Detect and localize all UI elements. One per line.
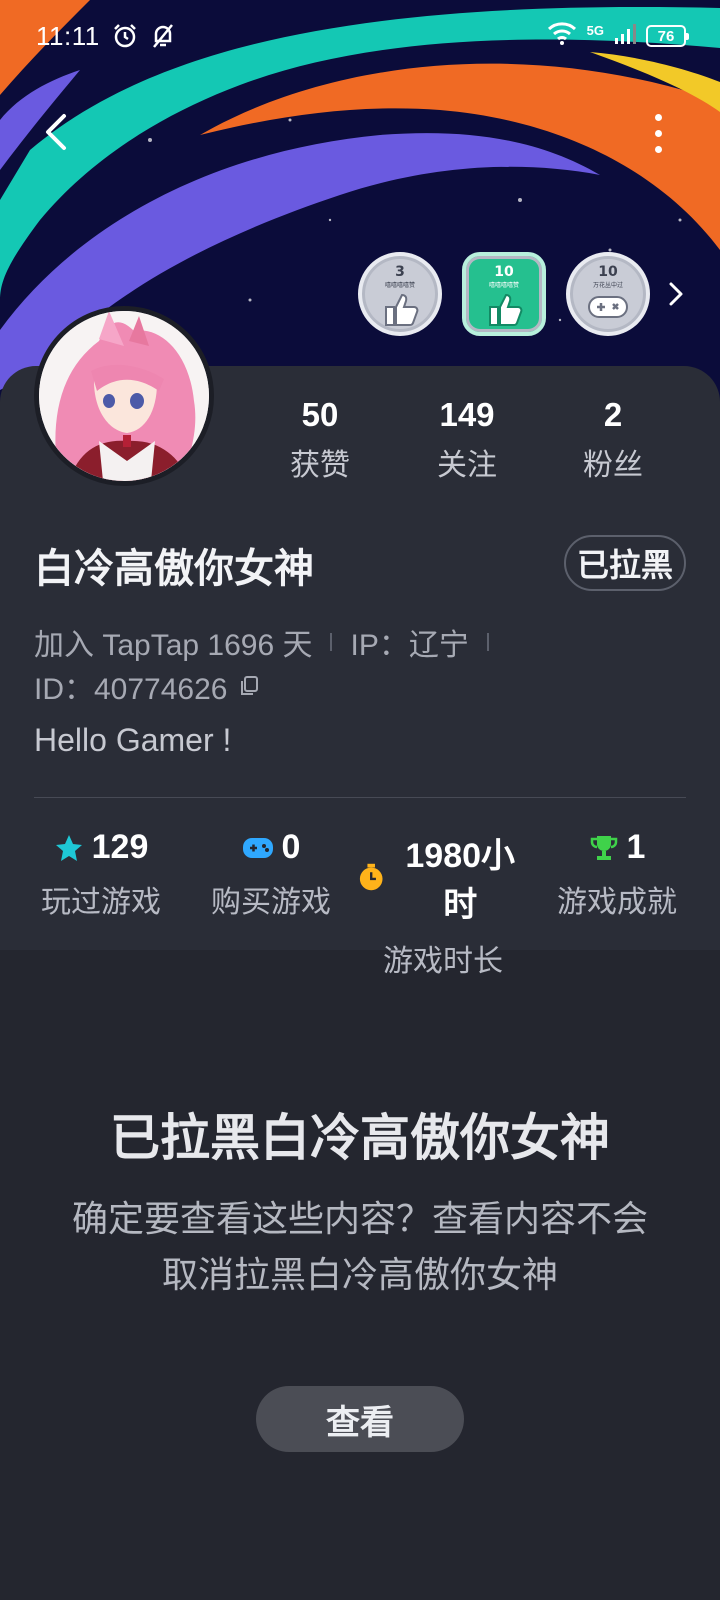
network-type: 5G [586, 22, 604, 38]
copy-icon[interactable] [239, 675, 259, 697]
stat-value: 50 [301, 396, 339, 433]
battery-indicator: 76 [646, 25, 689, 47]
badge-games-10[interactable]: 10 万花丛中过 [566, 252, 650, 336]
badge-caption: 嘻嘻嘻嘻赞 [488, 282, 519, 289]
avatar-image [39, 311, 209, 481]
back-button[interactable] [34, 108, 78, 156]
thumbs-up-icon [489, 293, 523, 326]
divider [330, 633, 333, 651]
status-time: 11:11 [36, 20, 100, 51]
stat-label: 获赞 [290, 448, 350, 483]
gstat-played[interactable]: 129 玩过游戏 [16, 828, 186, 921]
gamepad-icon [588, 296, 628, 318]
game-stats: 129 玩过游戏 0 购买游戏 1980小时 游戏时长 1 游戏成就 [0, 828, 720, 979]
gstat-playtime[interactable]: 1980小时 游戏时长 [358, 828, 528, 980]
stat-following[interactable]: 149 关注 [407, 396, 527, 484]
stat-likes[interactable]: 50 获赞 [260, 396, 380, 484]
badge-number: 10 [494, 264, 514, 280]
chevron-right-icon [669, 282, 683, 306]
badge-likes-3[interactable]: 3 嘻嘻嘻嘻赞 [358, 252, 442, 336]
trophy-icon [590, 835, 617, 860]
badge-caption: 嘻嘻嘻嘻赞 [384, 282, 415, 289]
blocked-notice-title: 已拉黑白冷高傲你女神 [110, 1109, 610, 1167]
badge-number: 10 [598, 264, 618, 280]
thumbs-up-icon [385, 293, 419, 326]
badge-row: 3 嘻嘻嘻嘻赞 10 嘻嘻嘻嘻赞 10 万花丛中过 [358, 252, 650, 336]
user-id: ID：40774626 [34, 673, 228, 706]
gstat-achievements[interactable]: 1 游戏成就 [532, 828, 702, 921]
stat-value: 2 [603, 396, 623, 433]
badges-more-button[interactable] [664, 278, 688, 310]
gstat-label: 游戏时长 [383, 944, 503, 979]
stat-value: 149 [439, 396, 495, 433]
gstat-value: 1980小时 [405, 837, 516, 924]
alarm-icon [112, 23, 138, 49]
gstat-value: 129 [91, 828, 149, 866]
status-bar: 11:11 5G 76 [0, 0, 720, 72]
chevron-left-icon [46, 114, 66, 150]
stat-followers[interactable]: 2 粉丝 [553, 396, 673, 484]
badge-number: 3 [395, 264, 405, 280]
gstat-purchased[interactable]: 0 购买游戏 [186, 828, 356, 921]
gstat-label: 玩过游戏 [41, 885, 161, 920]
badge-likes-10[interactable]: 10 嘻嘻嘻嘻赞 [462, 252, 546, 336]
stat-label: 关注 [437, 448, 497, 483]
blocked-notice-description: 确定要查看这些内容？查看内容不会取消拉黑白冷高傲你女神 [71, 1199, 648, 1296]
signal-icon [614, 21, 636, 52]
join-days: 加入 TapTap 1696 天 [34, 629, 313, 662]
gstat-label: 购买游戏 [211, 885, 331, 920]
gstat-label: 游戏成就 [557, 885, 677, 920]
section-divider [34, 797, 686, 798]
profile-name: 白冷高傲你女神 [34, 546, 314, 592]
notifications-off-icon [150, 23, 176, 49]
view-content-button[interactable]: 查看 [256, 1386, 464, 1452]
user-id-row: ID：40774626 [34, 664, 259, 708]
avatar[interactable] [34, 306, 214, 486]
profile-meta: 加入 TapTap 1696 天 IP：辽宁 [34, 620, 507, 664]
gamepad-icon [242, 837, 273, 858]
blocked-button[interactable]: 已拉黑 [564, 535, 686, 591]
more-vertical-icon [654, 113, 662, 121]
gstat-value: 1 [626, 828, 646, 866]
stopwatch-icon [359, 863, 383, 891]
profile-bio: Hello Gamer ! [34, 722, 232, 758]
stat-label: 粉丝 [583, 448, 643, 483]
wifi-icon [547, 21, 577, 52]
badge-caption: 万花丛中过 [592, 282, 623, 289]
divider [486, 633, 489, 651]
ip-location: IP：辽宁 [350, 629, 469, 662]
more-options-button[interactable] [646, 110, 670, 156]
gstat-value: 0 [281, 828, 301, 866]
star-icon [55, 834, 82, 861]
